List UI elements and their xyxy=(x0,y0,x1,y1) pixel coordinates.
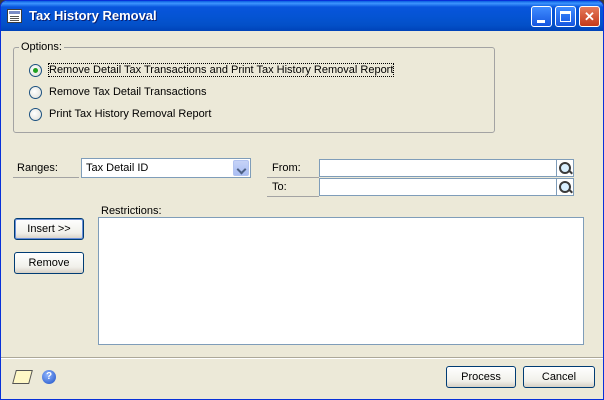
note-icon[interactable] xyxy=(12,370,33,384)
title-bar: Tax History Removal ✕ xyxy=(1,1,603,31)
footer-divider xyxy=(1,357,603,358)
tax-window-icon xyxy=(7,9,22,23)
option-label: Print Tax History Removal Report xyxy=(49,108,212,120)
option-remove-and-print[interactable]: Remove Detail Tax Transactions and Print… xyxy=(29,63,395,77)
minimize-button[interactable] xyxy=(531,6,552,27)
from-underline xyxy=(267,177,319,178)
options-group-label: Options: xyxy=(19,41,64,53)
process-button[interactable]: Process xyxy=(446,366,516,388)
from-field[interactable] xyxy=(319,159,557,177)
to-lookup-icon[interactable] xyxy=(556,178,574,196)
ranges-label: Ranges: xyxy=(17,162,58,174)
window-title: Tax History Removal xyxy=(29,8,157,23)
tax-history-removal-window: Tax History Removal ✕ Options: Remove De… xyxy=(0,0,604,400)
remove-button[interactable]: Remove xyxy=(14,252,84,274)
to-field[interactable] xyxy=(319,178,557,196)
restrictions-label: Restrictions: xyxy=(101,205,162,217)
ranges-dropdown[interactable]: Tax Detail ID xyxy=(81,158,251,178)
help-icon[interactable]: ? xyxy=(42,370,56,384)
radio-button[interactable] xyxy=(29,85,42,99)
option-remove-only[interactable]: Remove Tax Detail Transactions xyxy=(29,85,207,99)
from-lookup-icon[interactable] xyxy=(556,159,574,177)
to-label: To: xyxy=(272,181,287,193)
maximize-button[interactable] xyxy=(555,6,576,27)
chevron-down-icon[interactable] xyxy=(233,160,249,176)
cancel-button[interactable]: Cancel xyxy=(523,366,595,388)
radio-button[interactable] xyxy=(29,63,42,77)
close-button[interactable]: ✕ xyxy=(579,6,600,27)
radio-button[interactable] xyxy=(29,107,42,121)
to-underline xyxy=(267,196,319,197)
restrictions-list[interactable] xyxy=(98,217,584,345)
option-label: Remove Detail Tax Transactions and Print… xyxy=(47,63,395,77)
insert-button[interactable]: Insert >> xyxy=(14,218,84,240)
from-label: From: xyxy=(272,162,301,174)
option-print-only[interactable]: Print Tax History Removal Report xyxy=(29,107,211,121)
ranges-dropdown-value: Tax Detail ID xyxy=(86,162,149,174)
option-label: Remove Tax Detail Transactions xyxy=(49,86,207,98)
ranges-underline xyxy=(13,177,79,178)
